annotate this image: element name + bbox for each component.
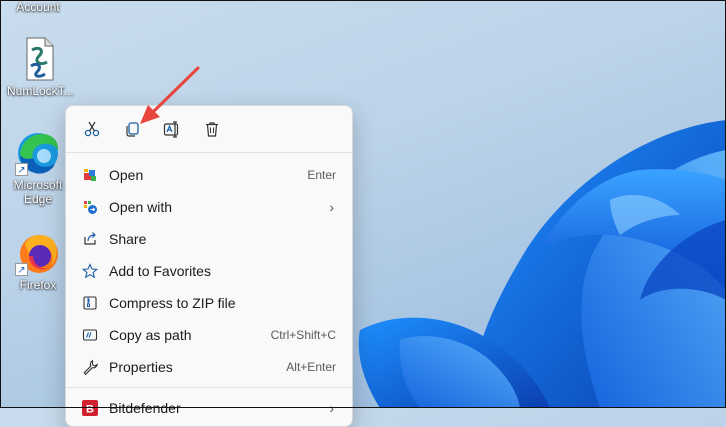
annotation-arrow (140, 66, 200, 124)
